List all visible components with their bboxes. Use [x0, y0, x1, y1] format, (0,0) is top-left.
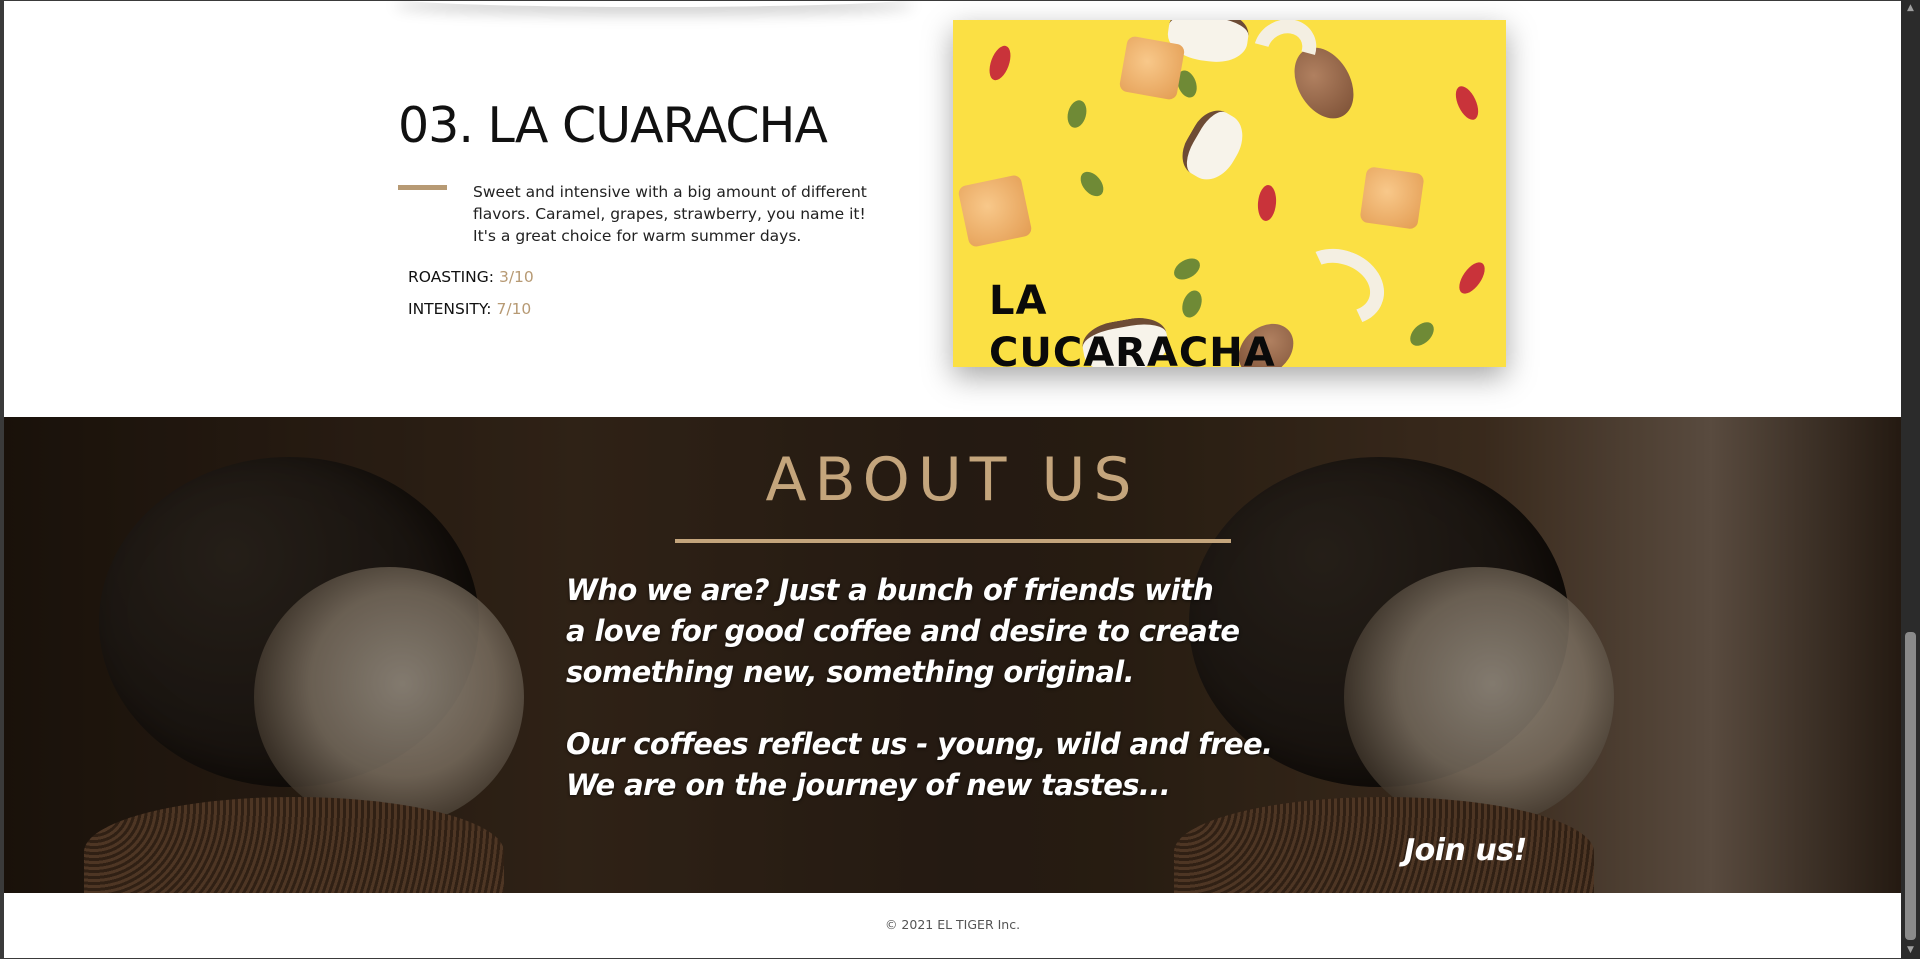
previous-card-shadow: [394, 1, 914, 7]
goji-berry: [1256, 184, 1278, 222]
footer: © 2021 EL TIGER Inc.: [4, 893, 1901, 958]
candied-fruit-cube: [1359, 166, 1425, 230]
page: 03. LA CUARACHA Sweet and intensive with…: [4, 1, 1901, 958]
intensity-label: INTENSITY:: [408, 300, 492, 318]
intensity-stat: INTENSITY: 7/10: [408, 300, 531, 318]
about-paragraph-2: Our coffees reflect us - young, wild and…: [566, 724, 1273, 806]
pumpkin-seed: [1405, 317, 1439, 351]
roasting-label: ROASTING:: [408, 268, 495, 286]
product-description: Sweet and intensive with a big amount of…: [473, 183, 867, 245]
about-divider: [675, 539, 1231, 543]
candied-fruit-cube: [957, 174, 1033, 248]
about-line: Our coffees reflect us - young, wild and…: [566, 727, 1273, 761]
scroll-thumb[interactable]: [1905, 632, 1916, 940]
join-us-link[interactable]: Join us!: [1404, 833, 1527, 868]
scroll-down-icon[interactable]: ▼: [1901, 942, 1920, 959]
product-title: 03. LA CUARACHA: [398, 97, 828, 154]
pumpkin-seed: [1064, 98, 1090, 130]
pumpkin-seed: [1076, 167, 1108, 201]
coconut-piece: [1173, 102, 1253, 189]
copyright-text: © 2021 EL TIGER Inc.: [884, 917, 1021, 932]
intensity-value: 7/10: [496, 300, 532, 318]
goji-berry: [1451, 82, 1483, 124]
scroll-up-icon[interactable]: ▲: [1901, 0, 1920, 17]
about-paragraph-1: Who we are? Just a bunch of friends with…: [566, 570, 1240, 693]
cashew-piece: [1283, 236, 1395, 338]
product-image: LA CUCARACHA: [953, 20, 1506, 367]
caption-line-1: LA: [989, 278, 1048, 324]
caption-line-2: CUCARACHA: [989, 330, 1276, 367]
about-line: We are on the journey of new tastes...: [566, 768, 1171, 802]
vertical-scrollbar[interactable]: ▲ ▼: [1901, 0, 1920, 959]
about-line: something new, something original.: [566, 655, 1135, 689]
about-line: a love for good coffee and desire to cre…: [566, 614, 1240, 648]
about-line: Who we are? Just a bunch of friends with: [566, 573, 1214, 607]
browser-viewport: 03. LA CUARACHA Sweet and intensive with…: [0, 0, 1920, 959]
product-image-caption: LA CUCARACHA: [989, 275, 1276, 367]
accent-divider: [398, 185, 447, 190]
product-section: 03. LA CUARACHA Sweet and intensive with…: [4, 1, 1901, 417]
roasting-value: 3/10: [498, 268, 534, 286]
about-title: ABOUT US: [765, 445, 1140, 515]
about-section: ABOUT US Who we are? Just a bunch of fri…: [4, 417, 1901, 893]
candied-fruit-cube: [1118, 35, 1186, 101]
goji-berry: [985, 43, 1015, 83]
roasting-stat: ROASTING: 3/10: [408, 268, 534, 286]
goji-berry: [1454, 258, 1490, 298]
